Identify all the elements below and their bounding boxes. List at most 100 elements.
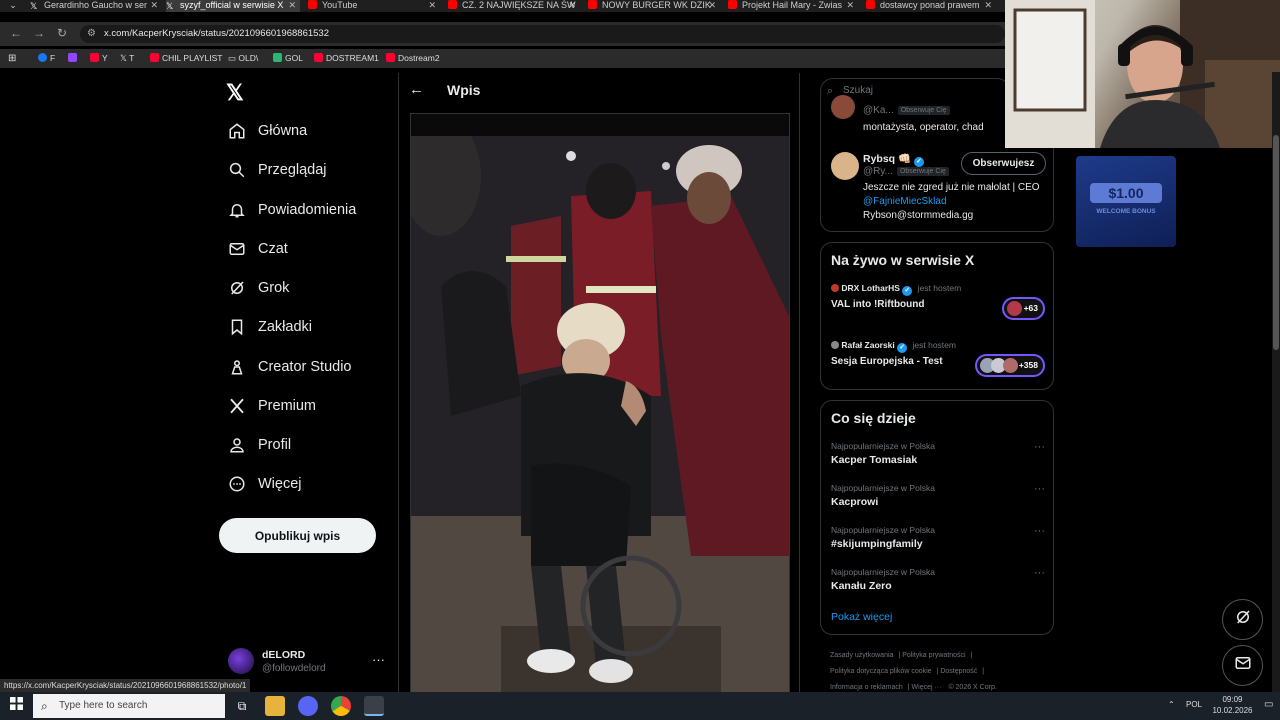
bookmark-facebook[interactable]: F (38, 53, 55, 63)
close-icon[interactable]: ✕ (150, 0, 158, 11)
more-horizontal-icon[interactable]: ··· (1034, 567, 1045, 579)
messages-float-button[interactable] (1222, 645, 1263, 686)
live-listener-count: +63 (1001, 297, 1045, 320)
avatar[interactable] (831, 95, 855, 119)
creator-icon (228, 358, 246, 376)
bio-link[interactable]: @FajnieMiecSklad (863, 195, 1053, 209)
sidebar-item-chat[interactable]: Czat (228, 237, 288, 261)
footer-link[interactable]: Polityka prywatności (902, 652, 965, 659)
sidebar-item-bookmarks[interactable]: Zakładki (228, 315, 312, 339)
more-horizontal-icon[interactable]: ··· (1034, 483, 1045, 495)
tab-6[interactable]: Projekt Hail Mary - Zwias ✕ (728, 0, 858, 12)
close-icon[interactable]: ✕ (428, 0, 436, 11)
trend-item[interactable]: Najpopularniejsze w Polska Kacper Tomasi… (831, 441, 1045, 473)
more-horizontal-icon[interactable]: ··· (372, 652, 385, 667)
taskbar-search-input[interactable]: ⌕ Type here to search (33, 694, 225, 718)
sidebar-item-label: Przeglądaj (258, 162, 327, 178)
grok-icon (1234, 608, 1252, 631)
account-switcher[interactable]: dELORD @followdelord ··· (228, 648, 388, 678)
reload-icon[interactable]: ↻ (57, 26, 67, 40)
sidebar-item-grok[interactable]: Grok (228, 276, 289, 300)
url-field[interactable]: ⚙ x.com/KacperKrysciak/status/2021096601… (80, 25, 1005, 43)
post-media[interactable] (410, 113, 790, 693)
tab-2[interactable]: 𝕏syzyf_official w serwisie X ✕ (166, 0, 300, 12)
youtube-icon (308, 0, 317, 9)
clock-date[interactable]: 10.02.2026 (1205, 706, 1260, 715)
language-indicator[interactable]: POL (1186, 700, 1202, 709)
chevron-up-icon[interactable]: ⌃ (1168, 700, 1175, 709)
tab-list-button[interactable]: ⌄ (0, 0, 26, 12)
footer-link[interactable]: Informacja o reklamach (830, 684, 903, 691)
chrome-icon[interactable] (331, 696, 351, 716)
tab-3[interactable]: YouTube ✕ (308, 0, 440, 12)
discord-icon[interactable] (298, 696, 318, 716)
webcam-overlay (1005, 0, 1280, 148)
post-button[interactable]: Opublikuj wpis (219, 518, 376, 553)
footer-link[interactable]: Więcej ··· (912, 684, 942, 691)
follow-suggestion-2[interactable]: Rybsq 👊🏻 ✓ (863, 152, 925, 167)
back-arrow-icon[interactable]: ← (409, 81, 424, 98)
bookmark-youtube[interactable]: Y (90, 53, 108, 63)
footer-links: Zasady użytkowania | Polityka prywatności… (830, 652, 997, 691)
close-icon[interactable]: ✕ (846, 0, 854, 11)
bookmark-gol[interactable]: GOL (273, 53, 303, 63)
apps-grid-icon[interactable]: ⊞ (8, 53, 16, 64)
tab-1[interactable]: 𝕏 Gerardinho Gaucho w ser ✕ (30, 0, 162, 12)
tab-5[interactable]: NOWY BURGER WK DZIK ✕ (588, 0, 720, 12)
sidebar-item-explore[interactable]: Przeglądaj (228, 158, 327, 182)
scrollbar-thumb[interactable] (1273, 135, 1279, 350)
grok-float-button[interactable] (1222, 599, 1263, 640)
bookmark-dostream2[interactable]: Dostream2 (386, 53, 440, 63)
tab-4[interactable]: CZ. 2 NAJWIĘKSZE NA ŚW ✕ (448, 0, 580, 12)
tab-title: NOWY BURGER WK DZIK (602, 0, 711, 10)
x-premium-icon (228, 397, 246, 415)
sidebar-item-label: Więcej (258, 476, 302, 492)
casino-ad-banner[interactable]: $1.00 WELCOME BONUS (1076, 156, 1176, 247)
sidebar-item-home[interactable]: Główna (228, 119, 307, 143)
forward-nav-icon[interactable]: → (33, 26, 45, 40)
close-icon[interactable]: ✕ (708, 0, 716, 11)
back-nav-icon[interactable]: ← (10, 26, 22, 40)
live-space-2[interactable]: Rafał Zaorski ✓ jest hostem Sesja Europe… (831, 340, 1045, 380)
obs-icon[interactable] (364, 696, 384, 716)
windows-start-button[interactable] (0, 692, 32, 720)
live-space-1[interactable]: DRX LotharHS ✓ jest hostem VAL into !Rif… (831, 283, 1045, 323)
bookmark-folder-old[interactable]: ▭ OLD\ (228, 53, 258, 64)
more-horizontal-icon[interactable]: ··· (1034, 441, 1045, 453)
footer-link[interactable]: Zasady użytkowania (830, 652, 893, 659)
site-info-icon[interactable]: ⚙ (87, 25, 96, 43)
clock-time[interactable]: 09:09 (1210, 695, 1255, 704)
bookmark-x[interactable]: 𝕏 T (120, 53, 134, 64)
task-view-icon[interactable]: ⧉ (232, 696, 252, 716)
close-icon[interactable]: ✕ (568, 0, 576, 11)
file-explorer-icon[interactable] (265, 696, 285, 716)
post-column: ← Wpis (398, 73, 800, 693)
trend-item[interactable]: Najpopularniejsze w Polska #skijumpingfa… (831, 525, 1045, 557)
x-logo-icon[interactable]: 𝕏 (226, 80, 244, 106)
close-icon[interactable]: ✕ (288, 0, 296, 11)
bookmark-chil-playlist[interactable]: CHIL PLAYLIST (150, 53, 222, 63)
following-button[interactable]: Obserwujesz (961, 152, 1046, 175)
sidebar-item-more[interactable]: Więcej (228, 472, 302, 496)
tab-7[interactable]: dostawcy ponad prawem ✕ (866, 0, 996, 12)
follows-you-badge: Obserwuje Cię (896, 167, 949, 176)
bookmark-twitch[interactable] (68, 53, 80, 63)
post-photo[interactable] (411, 116, 789, 693)
ad-amount: $1.00 (1090, 183, 1162, 203)
trend-item[interactable]: Najpopularniejsze w Polska Kacprowi ··· (831, 483, 1045, 515)
sidebar-item-profile[interactable]: Profil (228, 433, 291, 457)
footer-link[interactable]: Dostępność (940, 668, 977, 675)
sidebar-item-creator-studio[interactable]: Creator Studio (228, 355, 352, 379)
url-text: x.com/KacperKrysciak/status/202109660196… (104, 28, 329, 39)
sidebar-item-premium[interactable]: Premium (228, 394, 316, 418)
more-horizontal-icon[interactable]: ··· (1034, 525, 1045, 537)
trend-item[interactable]: Najpopularniejsze w Polska Kanału Zero ·… (831, 567, 1045, 599)
sidebar-item-notifications[interactable]: Powiadomienia (228, 198, 356, 222)
avatar[interactable] (831, 152, 859, 180)
follow-suggestion-1[interactable]: @Ka... Obserwuje Cię (863, 105, 950, 116)
bookmark-dostream1[interactable]: DOSTREAM1 (314, 53, 379, 63)
close-icon[interactable]: ✕ (984, 0, 992, 11)
notification-icon[interactable]: ▭ (1264, 699, 1273, 710)
footer-link[interactable]: Polityka dotycząca plików cookie (830, 668, 932, 675)
show-more-link[interactable]: Pokaż więcej (831, 611, 892, 623)
